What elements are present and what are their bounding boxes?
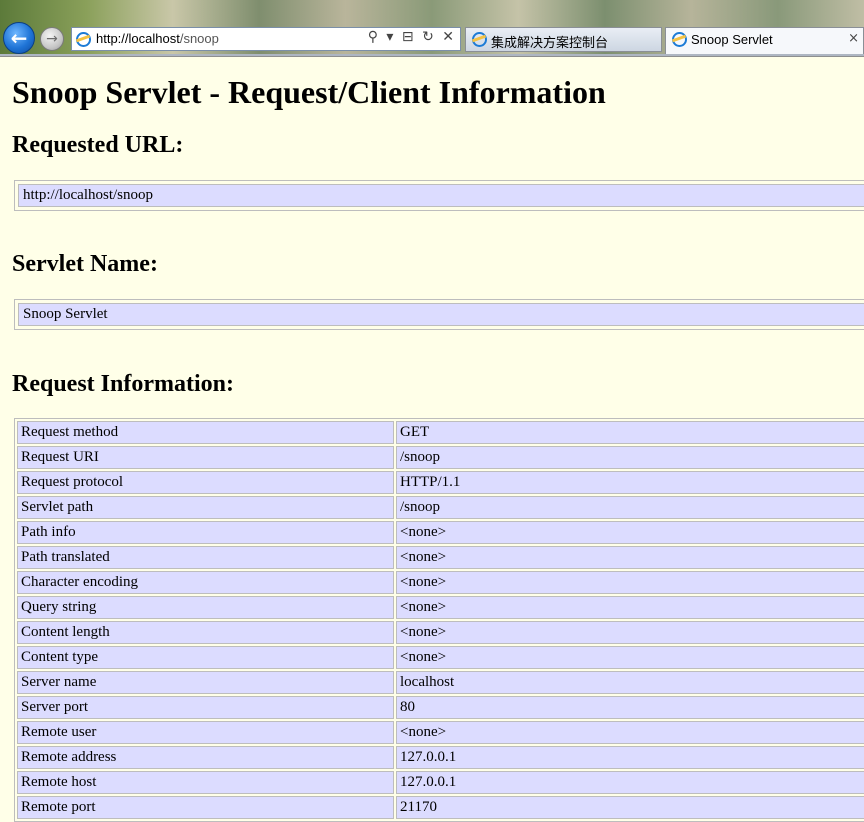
row-key: Server port [17,696,394,719]
row-value: localhost [396,671,864,694]
row-value: <none> [396,721,864,744]
row-value: <none> [396,571,864,594]
row-value: HTTP/1.1 [396,471,864,494]
table-row: Server port 80 [17,696,864,719]
table-row: Remote address 127.0.0.1 [17,746,864,769]
row-key: Servlet path [17,496,394,519]
address-tools-icons[interactable]: ⚲ ▾ ⊟ ↻ ✕ [368,29,456,45]
row-key: Path translated [17,546,394,569]
servlet-name-value: Snoop Servlet [18,303,864,326]
servlet-name-heading: Servlet Name: [12,251,158,277]
address-url[interactable]: http://localhost/snoop [96,31,219,46]
row-key: Request URI [17,446,394,469]
row-value: <none> [396,546,864,569]
row-key: Remote port [17,796,394,819]
table-row: Request URI/snoop [17,446,864,469]
request-info-table: Request method GET Request URI/snoop Requ… [14,418,864,822]
page-title: Snoop Servlet - Request/Client Informati… [12,74,606,110]
tab-console[interactable]: 集成解决方案控制台 [465,27,662,52]
arrow-left-icon: ← [10,26,28,50]
requested-url-heading: Requested URL: [12,132,184,158]
table-row: Remote port 21170 [17,796,864,819]
table-row: Query string <none> [17,596,864,619]
table-row: Path translated <none> [17,546,864,569]
tab-snoop-servlet[interactable]: Snoop Servlet × [665,27,864,54]
row-value: 127.0.0.1 [396,771,864,794]
table-row: Remote user <none> [17,721,864,744]
tab-label: 集成解决方案控制台 [491,35,609,50]
row-value: 80 [396,696,864,719]
row-key: Path info [17,521,394,544]
ie-tab-icon [672,32,687,47]
request-info-heading: Request Information: [12,371,234,397]
address-url-host: http://localhost [96,31,180,46]
servlet-name-box: Snoop Servlet [14,299,864,330]
table-row: Request protocol HTTP/1.1 [17,471,864,494]
table-row: Server name localhost [17,671,864,694]
close-tab-icon[interactable]: × [848,31,859,46]
row-key: Remote host [17,771,394,794]
table-row: Request method GET [17,421,864,444]
tab-label: Snoop Servlet [691,32,773,47]
browser-chrome: ← → http://localhost/snoop ⚲ ▾ ⊟ ↻ ✕ 集成解… [0,0,864,57]
row-key: Character encoding [17,571,394,594]
row-value: <none> [396,621,864,644]
row-key: Content length [17,621,394,644]
forward-button[interactable]: → [40,27,64,51]
row-key: Remote address [17,746,394,769]
row-value: 21170 [396,796,864,819]
row-key: Server name [17,671,394,694]
row-key: Content type [17,646,394,669]
row-value: <none> [396,646,864,669]
row-key: Request method [17,421,394,444]
row-value: GET [396,421,864,444]
arrow-right-icon: → [46,31,58,47]
row-key: Request protocol [17,471,394,494]
address-url-path: /snoop [179,31,219,46]
row-value: /snoop [396,496,864,519]
table-row: Path info <none> [17,521,864,544]
requested-url-value: http://localhost/snoop [18,184,864,207]
table-row: Content type <none> [17,646,864,669]
row-value: <none> [396,521,864,544]
table-row: Content length <none> [17,621,864,644]
row-value: 127.0.0.1 [396,746,864,769]
row-key: Query string [17,596,394,619]
ie-tab-icon [472,32,487,47]
table-row: Character encoding <none> [17,571,864,594]
requested-url-box: http://localhost/snoop [14,180,864,211]
table-row: Remote host 127.0.0.1 [17,771,864,794]
table-row: Servlet path/snoop [17,496,864,519]
row-value: /snoop [396,446,864,469]
row-key: Remote user [17,721,394,744]
ie-page-icon [76,32,91,47]
back-button[interactable]: ← [3,22,35,54]
row-value: <none> [396,596,864,619]
address-bar[interactable]: http://localhost/snoop ⚲ ▾ ⊟ ↻ ✕ [71,27,461,51]
